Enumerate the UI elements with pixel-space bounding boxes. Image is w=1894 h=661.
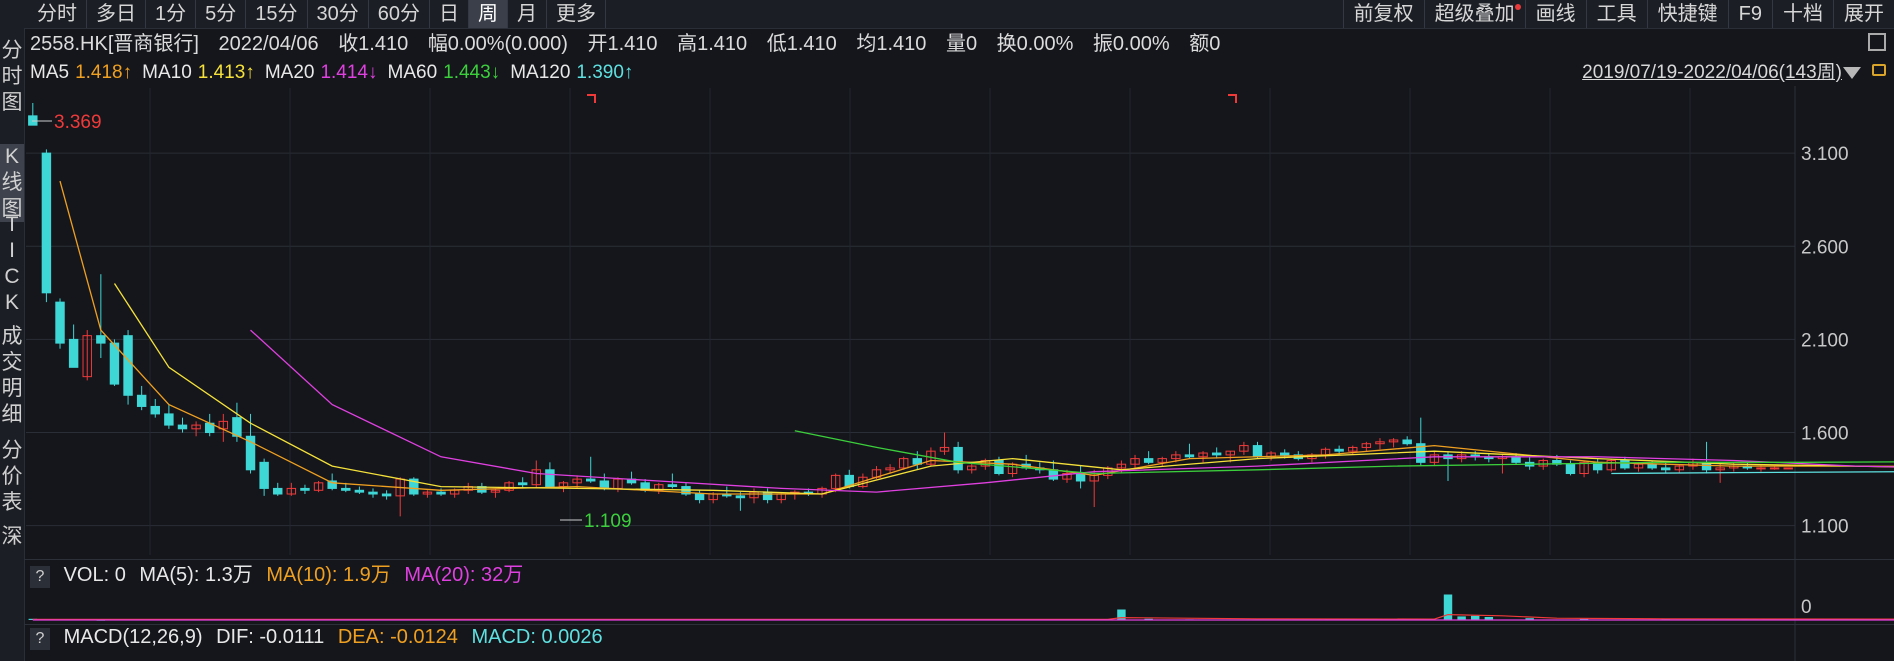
candle-body (1647, 463, 1657, 469)
candle-body (586, 478, 596, 482)
candle-body (136, 394, 147, 407)
y-tick-label: 1.100 (1801, 517, 1849, 538)
volume-bar (1471, 615, 1480, 620)
candle-body (545, 469, 555, 488)
candle-body (1661, 467, 1671, 471)
macd-title: MACD(12,26,9) (63, 626, 203, 648)
volume-axis-zero: 0 (1801, 597, 1812, 618)
event-marker (1228, 94, 1237, 103)
y-tick-label: 2.600 (1801, 237, 1849, 258)
candle-body (41, 152, 52, 294)
macd-dif: DIF: -0.0111 (216, 626, 325, 648)
help-icon[interactable]: ? (30, 566, 50, 588)
candle-body (1620, 459, 1630, 469)
candle-body (68, 338, 79, 368)
candle-body (1334, 448, 1344, 452)
vol-ma5: MA(5): 1.3万 (139, 564, 253, 586)
candle-body (341, 487, 351, 491)
candle-body (1783, 467, 1793, 470)
candle-body (381, 493, 392, 497)
candle-body (123, 335, 133, 396)
panel-divider (24, 559, 1894, 560)
y-tick-label: 3.100 (1801, 144, 1849, 165)
candle-body (1048, 469, 1059, 480)
candle-body (177, 424, 188, 430)
candle-body (1184, 454, 1195, 458)
candle-body (300, 487, 310, 491)
volume-ma-line (32, 613, 1894, 621)
macd-value: MACD: 0.0026 (471, 626, 603, 648)
candle-body (109, 342, 120, 385)
macd-legend: ? MACD(12,26,9) DIF: -0.0111 DEA: -0.012… (30, 624, 611, 650)
max-price-label: 3.369 (54, 112, 102, 133)
candle-body (735, 495, 746, 499)
candle-body (273, 487, 283, 495)
candle-body (436, 491, 446, 495)
y-tick-label: 2.100 (1801, 330, 1849, 351)
candle-body (1565, 463, 1576, 475)
candle-body (1211, 452, 1222, 456)
y-tick-label: 1.600 (1801, 424, 1849, 445)
candle-body (55, 301, 65, 344)
candle-body (1075, 473, 1086, 482)
min-price-label: 1.109 (584, 511, 632, 532)
vol-value: VOL: 0 (63, 564, 126, 586)
candle-body (1402, 439, 1412, 445)
candle-body (762, 491, 773, 501)
candle-body (953, 446, 963, 471)
candle-body (667, 484, 678, 488)
candle-body (1252, 445, 1263, 458)
candle-body (354, 489, 365, 493)
candle-body (994, 459, 1004, 475)
candle-body (232, 417, 242, 437)
ma-line-ma120 (1611, 471, 1894, 475)
candle-body (150, 405, 160, 415)
candle-body (259, 461, 269, 489)
candle-body (96, 335, 106, 344)
candle-body (517, 482, 528, 486)
candle-body (368, 491, 378, 495)
candle-body (1769, 467, 1780, 470)
candle-body (1143, 458, 1154, 463)
help-icon[interactable]: ? (30, 628, 50, 650)
event-marker (587, 94, 596, 103)
ma-line-ma5 (59, 180, 1894, 495)
candle-body (164, 413, 174, 426)
vol-ma10: MA(10): 1.9万 (266, 564, 391, 586)
macd-dea: DEA: -0.0124 (337, 626, 458, 648)
candle-body (1279, 452, 1290, 456)
candle-body (1756, 467, 1766, 470)
candle-body (1511, 456, 1521, 463)
candle-body (694, 493, 705, 501)
vol-ma20: MA(20): 32万 (404, 564, 524, 586)
volume-legend: ? VOL: 0 MA(5): 1.3万 MA(10): 1.9万 MA(20)… (30, 562, 531, 588)
